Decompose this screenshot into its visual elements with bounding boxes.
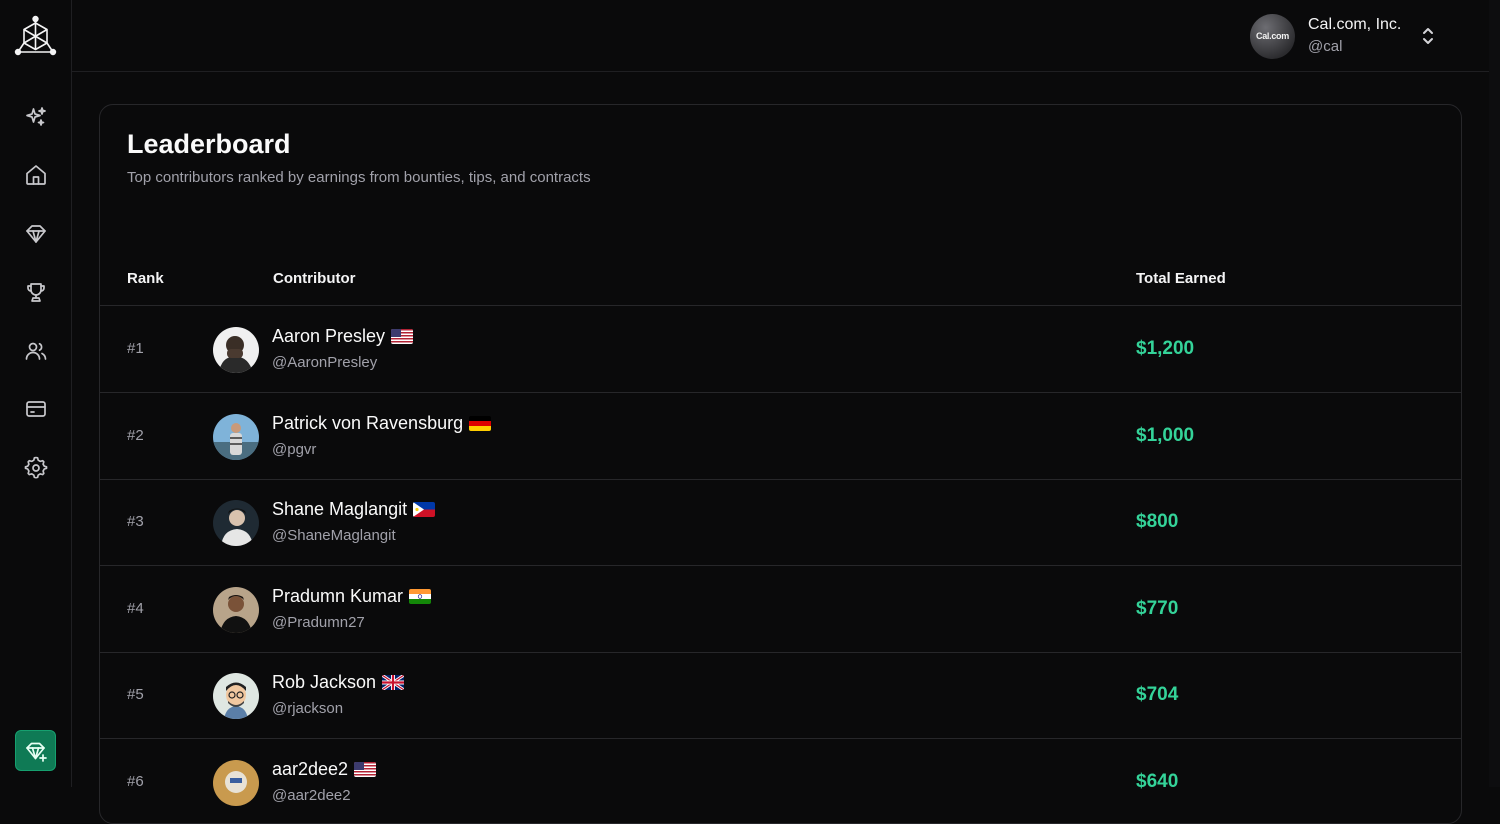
contributor-handle[interactable]: @pgvr bbox=[272, 441, 316, 458]
contributor-name[interactable]: Rob Jackson bbox=[272, 672, 405, 693]
org-handle: @cal bbox=[1308, 38, 1343, 55]
org-switcher[interactable]: Cal.com Cal.com, Inc. @cal bbox=[1250, 12, 1450, 60]
nav-bounties[interactable] bbox=[16, 214, 56, 254]
ph-flag-icon bbox=[413, 502, 436, 517]
us-flag-icon bbox=[354, 762, 377, 777]
trophy-icon bbox=[27, 283, 45, 302]
rank-cell: #5 bbox=[127, 686, 144, 703]
us-flag-icon bbox=[391, 329, 414, 344]
total-earned: $704 bbox=[1136, 684, 1179, 705]
table-row[interactable]: #6 aar2dee2 @aar2dee2 $640 bbox=[100, 739, 1461, 823]
leaderboard-card: Leaderboard Top contributors ranked by e… bbox=[99, 104, 1462, 824]
new-bounty-button[interactable] bbox=[15, 730, 56, 771]
column-header-contributor: Contributor bbox=[273, 270, 356, 287]
contributor-handle[interactable]: @AaronPresley bbox=[272, 354, 377, 371]
table-row[interactable]: #5 Rob Jackson @rjackson $704 bbox=[100, 652, 1461, 739]
rank-cell: #2 bbox=[127, 427, 144, 444]
table-row[interactable]: #1 Aaron Presley @AaronPresley $1,200 bbox=[100, 306, 1461, 393]
org-name: Cal.com, Inc. bbox=[1308, 16, 1402, 33]
column-header-rank: Rank bbox=[127, 270, 164, 287]
in-flag-icon bbox=[409, 589, 432, 604]
nav-ai[interactable] bbox=[16, 97, 56, 137]
rank-cell: #1 bbox=[127, 340, 144, 357]
total-earned: $1,000 bbox=[1136, 425, 1195, 446]
nav-settings[interactable] bbox=[16, 448, 56, 488]
contributor-name[interactable]: Shane Maglangit bbox=[272, 499, 436, 520]
nav-transactions[interactable] bbox=[16, 389, 56, 429]
table-row[interactable]: #3 Shane Maglangit @ShaneMaglangit $800 bbox=[100, 479, 1461, 566]
credit-card-icon bbox=[26, 401, 46, 417]
total-earned: $800 bbox=[1136, 511, 1179, 532]
users-icon bbox=[25, 342, 47, 360]
contributor-name[interactable]: Aaron Presley bbox=[272, 326, 414, 347]
contributor-handle[interactable]: @rjackson bbox=[272, 700, 343, 717]
rank-cell: #4 bbox=[127, 600, 144, 617]
contributor-handle[interactable]: @ShaneMaglangit bbox=[272, 527, 396, 544]
nav-leaderboard[interactable] bbox=[16, 272, 56, 312]
avatar[interactable] bbox=[213, 414, 259, 460]
total-earned: $640 bbox=[1136, 771, 1179, 792]
de-flag-icon bbox=[469, 416, 492, 431]
contributor-handle[interactable]: @aar2dee2 bbox=[272, 787, 351, 804]
contributor-name[interactable]: Patrick von Ravensburg bbox=[272, 413, 492, 434]
avatar[interactable] bbox=[213, 587, 259, 633]
avatar[interactable] bbox=[213, 673, 259, 719]
page-subtitle: Top contributors ranked by earnings from… bbox=[127, 169, 591, 186]
gb-flag-icon bbox=[382, 675, 405, 690]
sidebar bbox=[0, 0, 72, 787]
gear-icon bbox=[24, 456, 48, 479]
contributor-name[interactable]: Pradumn Kumar bbox=[272, 586, 432, 607]
column-header-total-earned: Total Earned bbox=[1136, 270, 1226, 287]
avatar[interactable] bbox=[213, 327, 259, 373]
avatar[interactable] bbox=[213, 500, 259, 546]
home-icon bbox=[26, 165, 46, 185]
sparkles-icon bbox=[26, 107, 46, 126]
contributor-name[interactable]: aar2dee2 bbox=[272, 759, 377, 780]
org-avatar: Cal.com bbox=[1250, 13, 1295, 59]
table-row[interactable]: #2 Patrick von Ravensburg @pgvr $1,000 bbox=[100, 393, 1461, 480]
table-header: Rank Contributor Total Earned bbox=[100, 255, 1461, 306]
diamond-plus-icon bbox=[25, 742, 47, 762]
avatar[interactable] bbox=[213, 760, 259, 806]
rank-cell: #6 bbox=[127, 773, 144, 790]
chevrons-up-down-icon bbox=[1420, 24, 1436, 48]
total-earned: $770 bbox=[1136, 598, 1179, 619]
nav-home[interactable] bbox=[16, 155, 56, 195]
contributor-handle[interactable]: @Pradumn27 bbox=[272, 614, 365, 631]
algora-logo[interactable] bbox=[14, 15, 57, 58]
page-title: Leaderboard bbox=[127, 129, 291, 159]
diamond-tag-icon bbox=[26, 225, 46, 243]
table-row[interactable]: #4 Pradumn Kumar @Pradumn27 $770 bbox=[100, 566, 1461, 653]
total-earned: $1,200 bbox=[1136, 338, 1195, 359]
rank-cell: #3 bbox=[127, 513, 144, 530]
scrollbar[interactable] bbox=[1489, 0, 1500, 787]
nav-community[interactable] bbox=[16, 331, 56, 371]
top-bar: Cal.com Cal.com, Inc. @cal bbox=[72, 0, 1489, 72]
